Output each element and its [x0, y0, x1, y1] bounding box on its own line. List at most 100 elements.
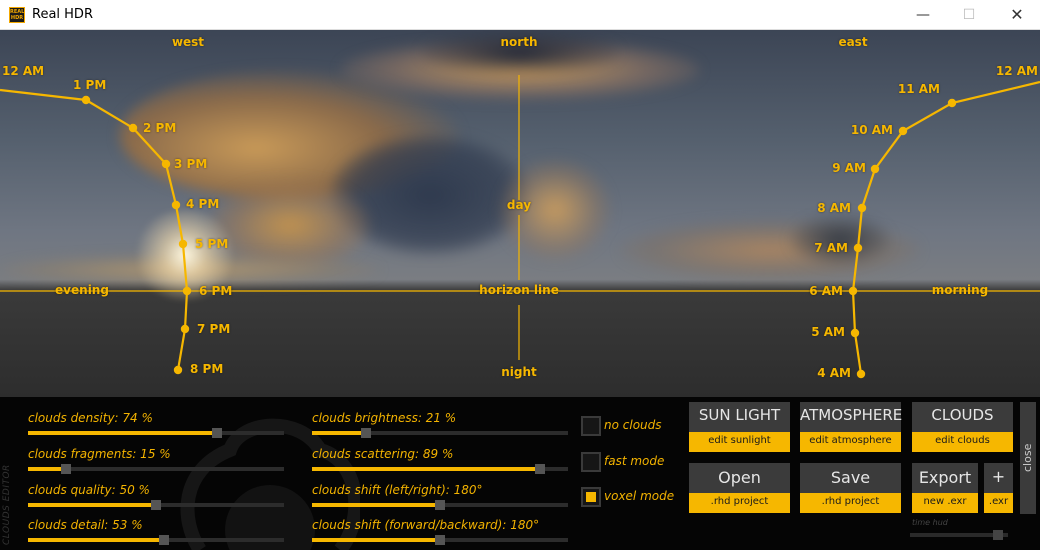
cloud-parameter-slider[interactable] — [312, 500, 568, 510]
morning-hour-label: 8 AM — [817, 201, 851, 215]
slider-label: clouds density: 74 % — [28, 411, 153, 425]
atmosphere-button[interactable]: ATMOSPHERE — [800, 402, 902, 432]
morning-hour-label: 10 AM — [850, 123, 893, 137]
sun-position-point[interactable] — [853, 243, 863, 253]
sun-position-point[interactable] — [161, 159, 171, 169]
maximize-button[interactable]: ☐ — [946, 0, 992, 30]
evening-hour-label: 3 PM — [174, 157, 208, 171]
evening-label: evening — [55, 283, 109, 297]
slider-label: clouds shift (forward/backward): 180° — [312, 518, 540, 532]
evening-hour-label: 4 PM — [186, 197, 220, 211]
cloud-parameter-slider[interactable] — [312, 428, 568, 438]
sun-position-point[interactable] — [178, 239, 188, 249]
option-label: fast mode — [604, 454, 665, 468]
sun-position-point[interactable] — [128, 123, 138, 133]
export-exr-button[interactable]: .exr — [984, 493, 1013, 513]
morning-hour-label: 6 AM — [809, 284, 843, 298]
sun-position-point[interactable] — [182, 286, 192, 296]
sun-position-point[interactable] — [947, 98, 957, 108]
sun-position-point[interactable] — [870, 164, 880, 174]
sun-position-point[interactable] — [857, 203, 867, 213]
slider-knob[interactable] — [435, 535, 445, 545]
slider-knob[interactable] — [61, 464, 72, 474]
minimize-button[interactable]: — — [900, 0, 946, 30]
morning-hour-label: 5 AM — [811, 325, 845, 339]
compass-west-label: west — [171, 35, 205, 49]
slider-label: clouds shift (left/right): 180° — [312, 483, 483, 497]
slider-knob[interactable] — [212, 428, 223, 438]
evening-hour-label: 12 AM — [2, 64, 45, 78]
close-window-button[interactable]: ✕ — [994, 0, 1040, 30]
slider-knob[interactable] — [360, 428, 371, 438]
cloud-parameter-slider[interactable] — [28, 500, 284, 510]
clouds-button[interactable]: CLOUDS — [912, 402, 1013, 432]
add-export-button[interactable]: + — [984, 463, 1013, 493]
slider-label: clouds brightness: 21 % — [312, 411, 457, 425]
time-hud-knob[interactable] — [993, 530, 1004, 540]
slider-knob[interactable] — [158, 535, 169, 545]
option-checkbox[interactable] — [581, 452, 601, 472]
cloud-parameter-slider[interactable] — [312, 535, 568, 545]
option-checkbox[interactable] — [581, 487, 601, 507]
horizon-label: horizon line — [479, 283, 559, 297]
slider-fill — [28, 503, 156, 507]
export-new-exr-button[interactable]: new .exr — [912, 493, 978, 513]
sun-position-point[interactable] — [848, 286, 858, 296]
sky-overlay — [0, 75, 1040, 379]
slider-label: clouds scattering: 89 % — [312, 447, 454, 461]
save-button[interactable]: Save — [800, 463, 901, 493]
open-button[interactable]: Open — [689, 463, 790, 493]
option-label: voxel mode — [604, 489, 675, 503]
title-bar: REAL HDR Real HDR — ☐ ✕ — [0, 0, 1040, 30]
evening-hour-label: 8 PM — [190, 362, 224, 376]
sun-position-point[interactable] — [81, 95, 91, 105]
edit-atmosphere-button[interactable]: edit atmosphere — [800, 432, 901, 452]
clouds-editor-label: CLOUDS EDITOR — [2, 464, 12, 545]
compass-east-label: east — [838, 35, 868, 49]
open-project-button[interactable]: .rhd project — [689, 493, 790, 513]
slider-knob[interactable] — [151, 500, 161, 510]
edit-sunlight-button[interactable]: edit sunlight — [689, 432, 790, 452]
slider-fill — [312, 467, 540, 471]
export-button[interactable]: Export — [912, 463, 978, 493]
cloud-parameter-slider[interactable] — [312, 464, 568, 474]
compass-north-label: north — [500, 35, 538, 49]
morning-hour-label: 4 AM — [817, 366, 851, 380]
slider-fill — [28, 538, 164, 542]
cloud-parameter-slider[interactable] — [28, 535, 284, 545]
slider-fill — [312, 538, 440, 542]
app-logo-icon: REAL HDR — [9, 7, 25, 23]
sun-position-point[interactable] — [173, 365, 183, 375]
slider-knob[interactable] — [435, 500, 445, 510]
evening-hour-label: 1 PM — [73, 78, 107, 92]
slider-fill — [312, 503, 440, 507]
edit-clouds-button[interactable]: edit clouds — [912, 432, 1013, 452]
sun-position-point[interactable] — [171, 200, 181, 210]
morning-hour-label: 7 AM — [814, 241, 848, 255]
option-checkbox[interactable] — [581, 416, 601, 436]
slider-fill — [312, 431, 366, 435]
hdr-sky-viewport[interactable]: 12 AM 1 PM 2 PM 3 PM 4 PM 5 PM 6 PM 7 PM 8 PM 12 … — [0, 30, 1040, 397]
evening-hour-label: 5 PM — [195, 237, 229, 251]
slider-knob[interactable] — [534, 464, 545, 474]
cloud-parameter-slider[interactable] — [28, 464, 284, 474]
evening-hour-label: 2 PM — [143, 121, 177, 135]
window-title: Real HDR — [32, 7, 93, 22]
morning-hour-label: 12 AM — [995, 64, 1038, 78]
slider-fill — [28, 431, 218, 435]
sun-position-point[interactable] — [856, 369, 866, 379]
save-project-button[interactable]: .rhd project — [800, 493, 901, 513]
close-panel-button[interactable]: close — [1020, 402, 1036, 514]
morning-label: morning — [931, 283, 989, 297]
evening-hour-label: 6 PM — [199, 284, 233, 298]
sun-position-point[interactable] — [850, 328, 860, 338]
option-label: no clouds — [604, 418, 662, 432]
time-hud-label: time hud — [912, 518, 948, 527]
sun-position-point[interactable] — [898, 126, 908, 136]
slider-label: clouds detail: 53 % — [28, 518, 143, 532]
sun-position-point[interactable] — [180, 324, 190, 334]
slider-label: clouds fragments: 15 % — [28, 447, 171, 461]
sun-light-button[interactable]: SUN LIGHT — [689, 402, 790, 432]
cloud-parameter-slider[interactable] — [28, 428, 284, 438]
day-marker-label: day — [506, 198, 532, 212]
